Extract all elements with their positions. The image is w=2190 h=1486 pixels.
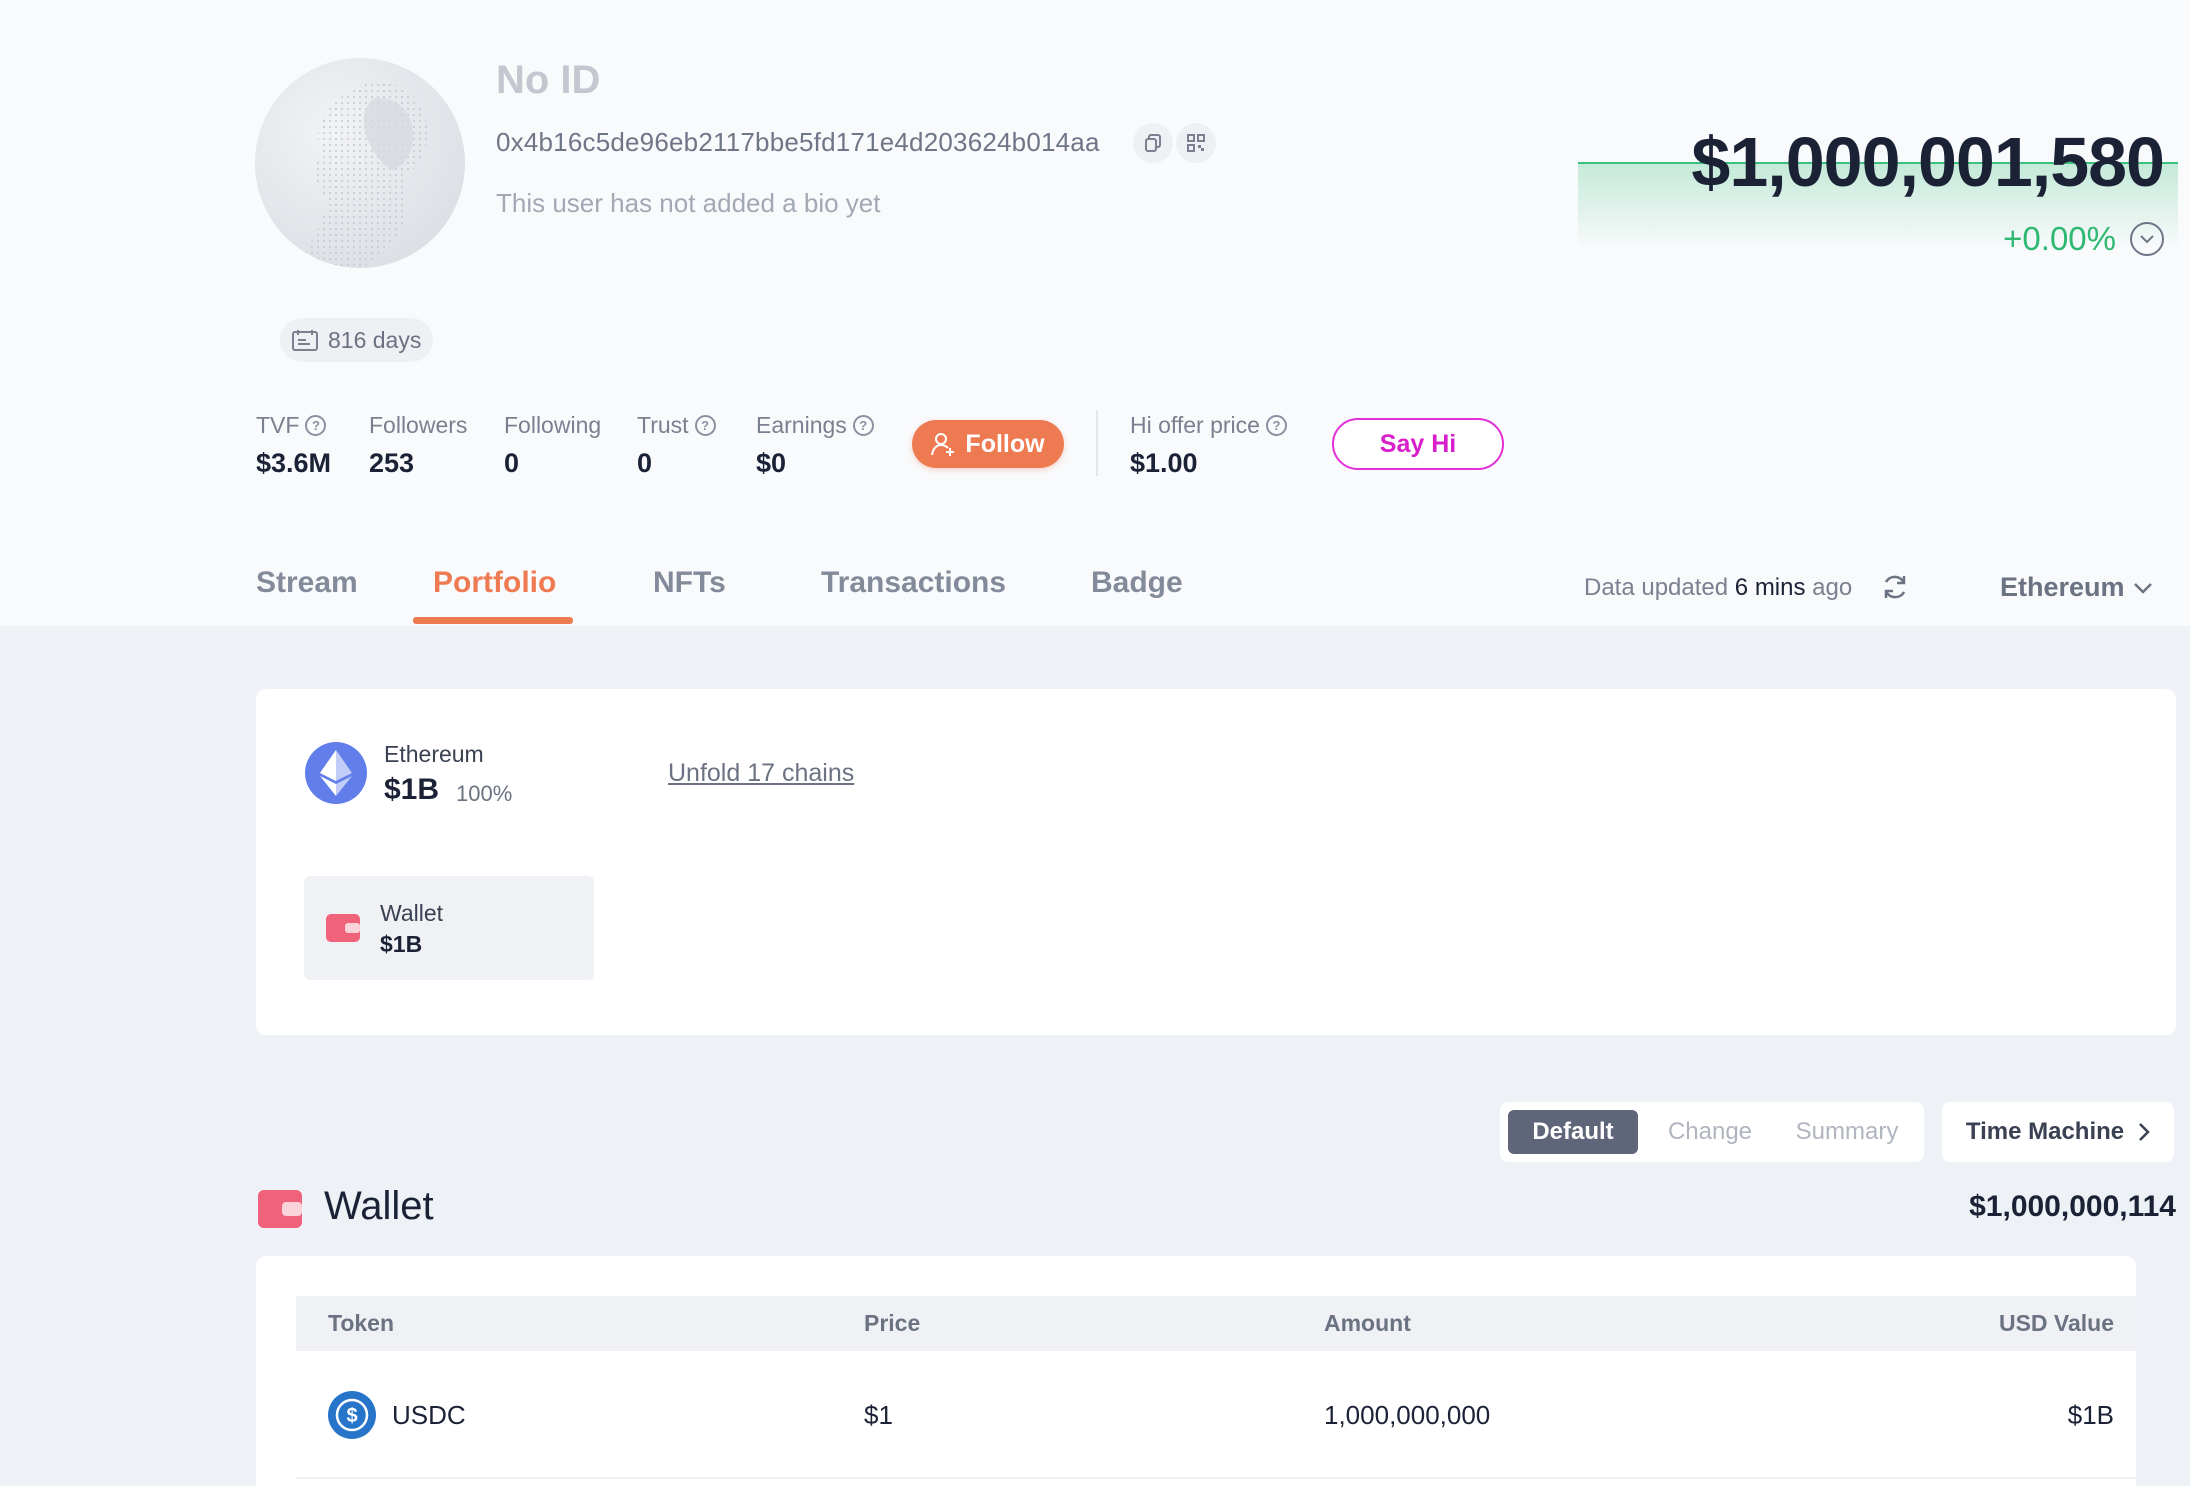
tab-nfts[interactable]: NFTs bbox=[653, 566, 726, 600]
stat-value: 253 bbox=[369, 448, 415, 478]
tab-badge[interactable]: Badge bbox=[1091, 566, 1183, 600]
refresh-icon bbox=[1884, 575, 1906, 599]
stat-value: $0 bbox=[756, 448, 787, 478]
account-age-label: 816 days bbox=[328, 326, 422, 353]
tab-stream[interactable]: Stream bbox=[256, 566, 358, 600]
help-icon[interactable]: ? bbox=[1265, 414, 1287, 436]
calendar-icon bbox=[292, 330, 318, 351]
stat-trust: Trust? 0 bbox=[637, 410, 716, 479]
stat-label: Followers bbox=[369, 411, 468, 438]
say-hi-button[interactable]: Say Hi bbox=[1332, 418, 1504, 470]
wallet-label: Wallet bbox=[380, 900, 444, 926]
stat-label: Hi offer price bbox=[1130, 411, 1260, 438]
token-usd-value: $1B bbox=[2067, 1400, 2114, 1430]
stat-tvf: TVF? $3.6M bbox=[256, 410, 331, 479]
net-worth-change: +0.00% bbox=[2003, 220, 2116, 257]
stat-value: $3.6M bbox=[256, 448, 332, 478]
token-name: USDC bbox=[392, 1400, 466, 1430]
add-user-icon bbox=[931, 433, 955, 456]
view-default-button[interactable]: Default bbox=[1508, 1110, 1638, 1154]
table-row[interactable]: $ USDC $1 1,000,000,000 $1B bbox=[296, 1351, 2136, 1479]
account-age-badge: 816 days bbox=[280, 318, 434, 362]
chain-name: Ethereum bbox=[384, 741, 484, 767]
svg-text:$: $ bbox=[346, 1405, 357, 1427]
column-header-amount: Amount bbox=[1324, 1310, 1411, 1336]
qr-code-button[interactable] bbox=[1176, 123, 1216, 163]
profile-bio: This user has not added a bio yet bbox=[496, 188, 881, 218]
copy-address-button[interactable] bbox=[1133, 123, 1173, 163]
follow-label: Follow bbox=[965, 429, 1045, 458]
wallet-icon bbox=[326, 914, 360, 942]
chevron-down-icon bbox=[2140, 235, 2154, 244]
column-header-usd-value: USD Value bbox=[1998, 1310, 2114, 1336]
wallet-summary-item[interactable]: Wallet $1B bbox=[304, 876, 594, 980]
wallet-address: 0x4b16c5de96eb2117bbe5fd171e4d203624b014… bbox=[496, 127, 1100, 157]
copy-icon bbox=[1145, 134, 1161, 152]
stat-earnings: Earnings? $0 bbox=[756, 410, 874, 479]
tab-portfolio[interactable]: Portfolio bbox=[433, 566, 556, 600]
stat-following[interactable]: Following 0 bbox=[504, 410, 601, 479]
chain-percentage: 100% bbox=[456, 781, 513, 806]
stat-label: Earnings bbox=[756, 411, 847, 438]
stat-value: 0 bbox=[637, 448, 653, 478]
data-updated-time: 6 mins bbox=[1734, 574, 1806, 601]
data-updated-status: Data updated 6 mins ago bbox=[1584, 574, 1852, 602]
unfold-chains-link[interactable]: Unfold 17 chains bbox=[668, 759, 854, 788]
data-updated-prefix: Data updated bbox=[1584, 574, 1729, 601]
stat-hi-offer-price: Hi offer price? $1.00 bbox=[1130, 410, 1287, 479]
divider bbox=[1096, 410, 1098, 476]
column-header-token: Token bbox=[328, 1310, 395, 1336]
view-summary-button[interactable]: Summary bbox=[1782, 1110, 1912, 1154]
view-mode-toggle: Default Change Summary bbox=[1500, 1102, 1924, 1162]
help-icon[interactable]: ? bbox=[852, 414, 874, 436]
data-updated-suffix: ago bbox=[1812, 574, 1853, 601]
stat-value: 0 bbox=[504, 448, 520, 478]
chain-value: $1B bbox=[384, 773, 440, 806]
ethereum-icon bbox=[305, 742, 367, 804]
chain-selector-label: Ethereum bbox=[2000, 572, 2125, 602]
stat-label: Trust bbox=[637, 411, 689, 438]
chevron-down-icon bbox=[2133, 582, 2152, 594]
time-machine-button[interactable]: Time Machine bbox=[1942, 1102, 2174, 1162]
wallet-value: $1B bbox=[380, 931, 423, 957]
usdc-icon: $ bbox=[328, 1391, 376, 1439]
profile-name: No ID bbox=[496, 58, 601, 102]
avatar bbox=[255, 58, 465, 268]
wallet-icon bbox=[258, 1190, 302, 1228]
wallet-section-total: $1,000,000,114 bbox=[1969, 1190, 2176, 1223]
follow-button[interactable]: Follow bbox=[912, 420, 1064, 468]
help-icon[interactable]: ? bbox=[694, 414, 716, 436]
chain-selector[interactable]: Ethereum bbox=[2000, 572, 2153, 603]
token-price: $1 bbox=[864, 1400, 893, 1430]
chart-toggle-button[interactable] bbox=[2130, 222, 2164, 256]
column-header-price: Price bbox=[864, 1310, 921, 1336]
token-amount: 1,000,000,000 bbox=[1324, 1400, 1491, 1430]
time-machine-label: Time Machine bbox=[1965, 1118, 2125, 1145]
stat-followers[interactable]: Followers 253 bbox=[369, 410, 467, 479]
refresh-button[interactable] bbox=[1880, 572, 1910, 607]
stat-value: $1.00 bbox=[1130, 448, 1198, 478]
help-icon[interactable]: ? bbox=[305, 414, 327, 436]
stat-label: Following bbox=[504, 411, 602, 438]
active-tab-indicator bbox=[413, 617, 573, 624]
tab-transactions[interactable]: Transactions bbox=[821, 566, 1006, 600]
view-change-button[interactable]: Change bbox=[1650, 1110, 1770, 1154]
qr-code-icon bbox=[1187, 134, 1205, 152]
chevron-right-icon bbox=[2139, 1123, 2150, 1141]
net-worth-value: $1,000,001,580 bbox=[1691, 123, 2165, 201]
stat-label: TVF bbox=[256, 411, 300, 438]
wallet-token-table: Token Price Amount USD Value $ USDC $1 1… bbox=[256, 1256, 2136, 1486]
wallet-section-title: Wallet bbox=[324, 1184, 434, 1228]
chain-summary-card: Ethereum $1B 100% Unfold 17 chains Walle… bbox=[256, 689, 2176, 1035]
table-header: Token Price Amount USD Value bbox=[296, 1296, 2136, 1351]
